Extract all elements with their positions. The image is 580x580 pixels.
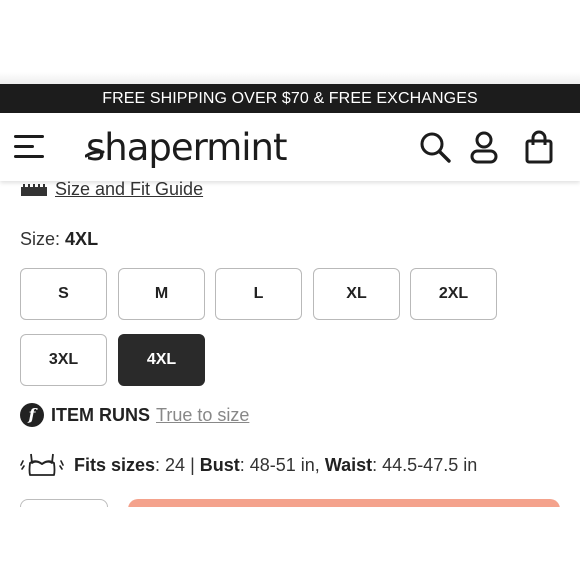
selected-size-row: Size: 4XL	[20, 229, 98, 250]
size-option-2xl[interactable]: 2XL	[410, 268, 497, 320]
product-options: Size and Fit Guide Size: 4XL S M L XL 2X…	[0, 181, 580, 580]
logo-text: shapermint	[86, 125, 287, 169]
size-option-xl[interactable]: XL	[313, 268, 400, 320]
bottom-blank-area	[0, 507, 580, 580]
fits-sizes-value: : 24 |	[155, 454, 200, 475]
menu-icon[interactable]	[14, 133, 46, 161]
account-icon[interactable]	[467, 130, 501, 164]
size-option-s[interactable]: S	[20, 268, 107, 320]
fit-badge-icon: f	[20, 403, 44, 427]
top-blank-area	[0, 0, 580, 72]
size-option-4xl[interactable]: 4XL	[118, 334, 205, 386]
top-shadow	[0, 72, 580, 84]
size-option-3xl[interactable]: 3XL	[20, 334, 107, 386]
waist-label: Waist	[324, 454, 373, 475]
size-label: Size:	[20, 229, 61, 249]
true-to-size-link[interactable]: True to size	[156, 405, 249, 426]
site-header: shapermint	[0, 113, 580, 181]
bust-value: : 48-51 in,	[239, 454, 325, 475]
cart-icon[interactable]	[522, 130, 556, 164]
item-runs-title: ITEM RUNS	[51, 404, 150, 425]
waist-value: : 44.5-47.5 in	[372, 454, 478, 475]
size-option-m[interactable]: M	[118, 268, 205, 320]
bra-icon	[20, 453, 64, 476]
fits-sizes-label: Fits sizes	[74, 454, 156, 475]
promo-banner[interactable]: FREE SHIPPING OVER $70 & FREE EXCHANGES	[0, 84, 580, 113]
fits-sizes-row: Fits sizes : 24 | Bust : 48-51 in, Waist…	[20, 451, 477, 479]
size-option-l[interactable]: L	[215, 268, 302, 320]
bust-label: Bust	[199, 454, 240, 475]
shapermint-logo[interactable]: shapermint	[85, 119, 287, 175]
size-fit-guide-label: Size and Fit Guide	[55, 181, 204, 199]
item-runs-row: f ITEM RUNS True to size	[20, 403, 249, 427]
logo-swoosh	[85, 150, 105, 158]
selected-size-value: 4XL	[65, 229, 99, 249]
size-fit-guide-link[interactable]: Size and Fit Guide	[20, 181, 203, 200]
search-icon[interactable]	[418, 130, 452, 164]
ruler-icon	[21, 183, 47, 196]
